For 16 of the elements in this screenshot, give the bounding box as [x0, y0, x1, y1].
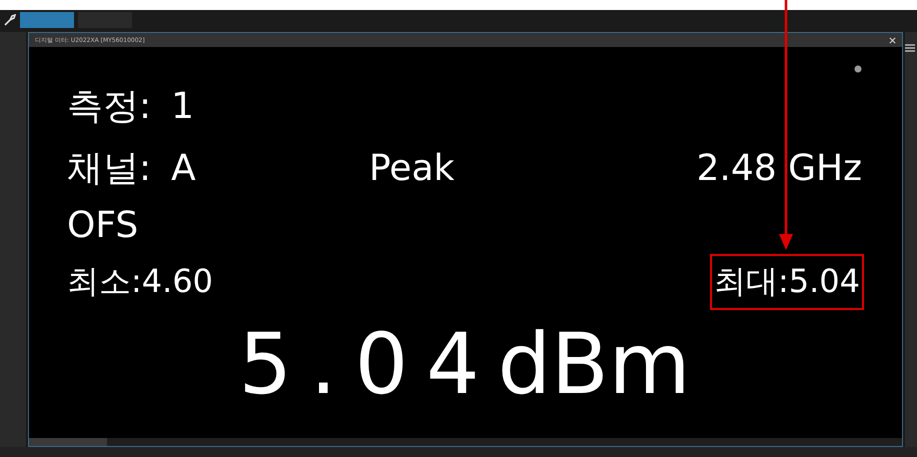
measurement-label: 측정: — [67, 84, 152, 128]
mode-text: Peak — [369, 148, 456, 188]
channel-label: 채널: — [67, 148, 152, 188]
frequency-text: 2.48 GHz — [696, 148, 862, 188]
reading-value: 5.04 — [238, 315, 498, 413]
min-value: 4.60 — [142, 262, 214, 300]
max-value: 5.04 — [788, 262, 860, 300]
reading-unit: dBm — [498, 315, 690, 413]
min-label: 최소: — [67, 262, 142, 300]
measurement-value: 1 — [171, 86, 194, 126]
channel-value: A — [171, 148, 196, 188]
close-icon[interactable] — [889, 36, 896, 44]
max-label: 최대: — [714, 262, 789, 300]
offset-text: OFS — [67, 204, 138, 246]
status-dot-icon — [854, 65, 862, 73]
menu-icon[interactable] — [905, 43, 915, 53]
